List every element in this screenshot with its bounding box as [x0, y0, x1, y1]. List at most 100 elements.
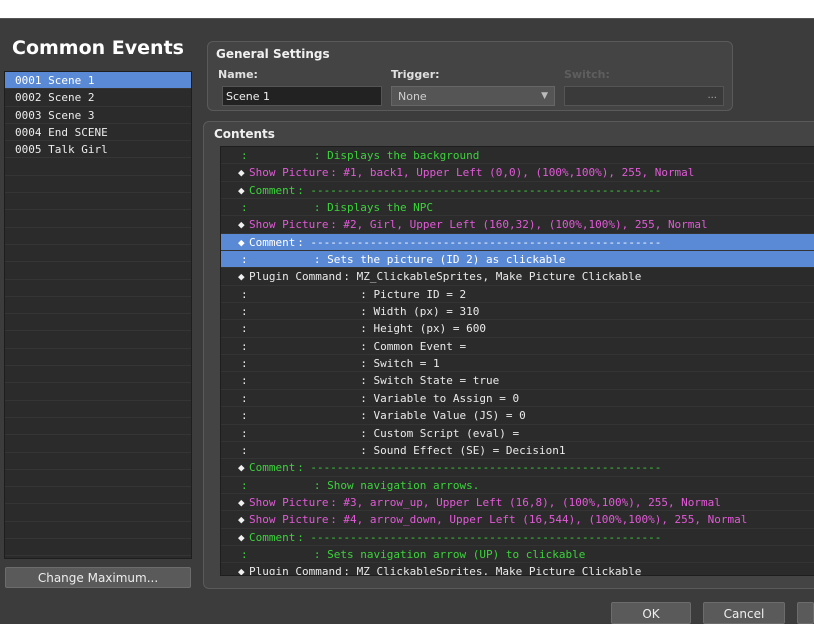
event-list-item[interactable]: 0005 Talk Girl: [5, 141, 191, 159]
event-list-empty-row[interactable]: [5, 245, 191, 263]
command-row[interactable]: ◆ Show Picture: #1, back1, Upper Left (0,…: [221, 164, 814, 182]
event-list-empty-row[interactable]: [5, 418, 191, 436]
event-list-empty-row[interactable]: [5, 297, 191, 315]
command-continuation: : : Variable Value (JS) = 0: [241, 409, 526, 423]
command-row[interactable]: : : Width (px) = 310: [221, 303, 814, 321]
event-list-empty-row[interactable]: [5, 539, 191, 557]
command-row[interactable]: : : Sound Effect (SE) = Decision1: [221, 442, 814, 460]
event-list-empty-row[interactable]: [5, 210, 191, 228]
command-row[interactable]: : : Sets the picture (ID 2) as clickable: [221, 251, 814, 269]
command-continuation: : : Displays the NPC: [241, 201, 434, 215]
command-name: Plugin Command: [249, 270, 342, 284]
command-row[interactable]: : : Common Event =: [221, 338, 814, 356]
event-list-empty-row[interactable]: [5, 280, 191, 297]
common-events-dialog: Common Events 0001 Scene 1 0002 Scene 2 00…: [0, 18, 814, 624]
name-input[interactable]: Scene 1: [222, 86, 382, 106]
event-name: Scene 2: [48, 91, 95, 105]
event-list-empty-row[interactable]: [5, 453, 191, 470]
event-list-empty-row[interactable]: [5, 193, 191, 211]
event-list-empty-row[interactable]: [5, 522, 191, 540]
event-list-empty-row[interactable]: [5, 487, 191, 505]
command-name: Show Picture: [249, 513, 329, 527]
event-list-empty-row[interactable]: [5, 262, 191, 280]
command-params: : #2, Girl, Upper Left (160,32), (100%,1…: [330, 218, 708, 232]
command-name: Show Picture: [249, 218, 329, 232]
command-row[interactable]: ◆ Comment: ------------------------------…: [221, 182, 814, 200]
command-params: : --------------------------------------…: [297, 235, 662, 249]
event-list-empty-row[interactable]: [5, 349, 191, 367]
command-row[interactable]: : : Variable Value (JS) = 0: [221, 407, 814, 425]
event-list-empty-row[interactable]: [5, 331, 191, 349]
command-continuation: : : Sound Effect (SE) = Decision1: [241, 443, 566, 457]
event-list-empty-row[interactable]: [5, 435, 191, 453]
event-list-empty-row[interactable]: [5, 176, 191, 194]
command-row[interactable]: : : Picture ID = 2: [221, 286, 814, 304]
command-row[interactable]: ◆ Comment: ------------------------------…: [221, 529, 814, 546]
event-id: 0003: [15, 108, 42, 122]
command-continuation: : : Custom Script (eval) =: [241, 426, 520, 440]
general-settings-title: General Settings: [216, 47, 330, 61]
event-list-empty-row[interactable]: [5, 556, 191, 558]
event-id: 0004: [15, 125, 42, 139]
event-list-empty-row[interactable]: [5, 158, 191, 176]
command-name: Comment: [249, 183, 296, 197]
command-list[interactable]: : : Displays the background ◆ Show Picture…: [220, 146, 814, 576]
command-continuation: : : Switch = 1: [241, 357, 440, 371]
event-list-empty-row[interactable]: [5, 401, 191, 418]
command-continuation: : : Sets the picture (ID 2) as clickable: [241, 253, 566, 267]
event-id: 0002: [15, 91, 42, 105]
command-continuation: : : Show navigation arrows.: [241, 478, 480, 492]
command-row[interactable]: ◆ Plugin Command: MZ_ClickableSprites, Ma…: [221, 563, 814, 576]
command-row[interactable]: ◆ Show Picture: #3, arrow_up, Upper Left …: [221, 494, 814, 512]
event-list[interactable]: 0001 Scene 1 0002 Scene 2 0003 Scene 3 0004…: [4, 71, 192, 559]
command-row[interactable]: : : Displays the background: [221, 147, 814, 165]
command-name: Comment: [249, 235, 296, 249]
command-continuation: : : Variable to Assign = 0: [241, 391, 520, 405]
command-row[interactable]: : : Height (px) = 600: [221, 320, 814, 338]
switch-field: ...: [564, 86, 724, 106]
command-name: Comment: [249, 461, 296, 475]
event-list-item[interactable]: 0001 Scene 1: [5, 72, 191, 90]
event-list-empty-row[interactable]: [5, 314, 191, 332]
command-row[interactable]: : : Switch = 1: [221, 355, 814, 373]
chevron-down-icon: ▼: [541, 91, 548, 101]
apply-button[interactable]: [797, 602, 814, 624]
command-row[interactable]: : : Switch State = true: [221, 372, 814, 390]
command-row[interactable]: ◆ Comment: ------------------------------…: [221, 233, 814, 252]
command-name: Show Picture: [249, 495, 329, 509]
command-row[interactable]: : : Sets navigation arrow (UP) to clicka…: [221, 546, 814, 564]
command-row[interactable]: : : Displays the NPC: [221, 199, 814, 217]
command-row[interactable]: : : Variable to Assign = 0: [221, 390, 814, 408]
command-row[interactable]: : : Show navigation arrows.: [221, 477, 814, 494]
command-diamond-icon: ◆: [238, 530, 245, 544]
command-row[interactable]: : : Custom Script (eval) =: [221, 425, 814, 442]
event-list-empty-row[interactable]: [5, 228, 191, 245]
command-continuation: : : Sets navigation arrow (UP) to clicka…: [241, 547, 586, 561]
command-params: : #3, arrow_up, Upper Left (16,8), (100%…: [330, 495, 721, 509]
command-continuation: : : Displays the background: [241, 149, 480, 162]
command-continuation: : : Common Event =: [241, 339, 467, 353]
event-list-empty-row[interactable]: [5, 383, 191, 401]
change-maximum-button[interactable]: Change Maximum...: [5, 567, 191, 588]
event-list-empty-row[interactable]: [5, 504, 191, 522]
trigger-select[interactable]: None ▼: [391, 86, 555, 106]
event-list-item[interactable]: 0003 Scene 3: [5, 107, 191, 124]
event-list-item[interactable]: 0004 End SCENE: [5, 124, 191, 142]
event-list-empty-row[interactable]: [5, 470, 191, 488]
command-row[interactable]: ◆ Plugin Command: MZ_ClickableSprites, Ma…: [221, 268, 814, 286]
command-name: Plugin Command: [249, 565, 342, 576]
command-continuation: : : Height (px) = 600: [241, 322, 487, 336]
command-continuation: : : Picture ID = 2: [241, 287, 467, 301]
command-row[interactable]: ◆ Show Picture: #2, Girl, Upper Left (160…: [221, 216, 814, 234]
event-name: Scene 1: [48, 74, 95, 87]
command-row[interactable]: ◆ Comment: ------------------------------…: [221, 459, 814, 477]
event-list-item[interactable]: 0002 Scene 2: [5, 89, 191, 107]
command-row[interactable]: ◆ Show Picture: #4, arrow_down, Upper Lef…: [221, 511, 814, 529]
command-params: : MZ_ClickableSprites, Make Picture Clic…: [343, 270, 642, 284]
command-params: : --------------------------------------…: [297, 530, 662, 544]
command-diamond-icon: ◆: [238, 218, 245, 232]
event-list-empty-row[interactable]: [5, 366, 191, 384]
ok-button[interactable]: OK: [611, 602, 691, 624]
cancel-button[interactable]: Cancel: [703, 602, 785, 624]
command-diamond-icon: ◆: [238, 183, 245, 197]
